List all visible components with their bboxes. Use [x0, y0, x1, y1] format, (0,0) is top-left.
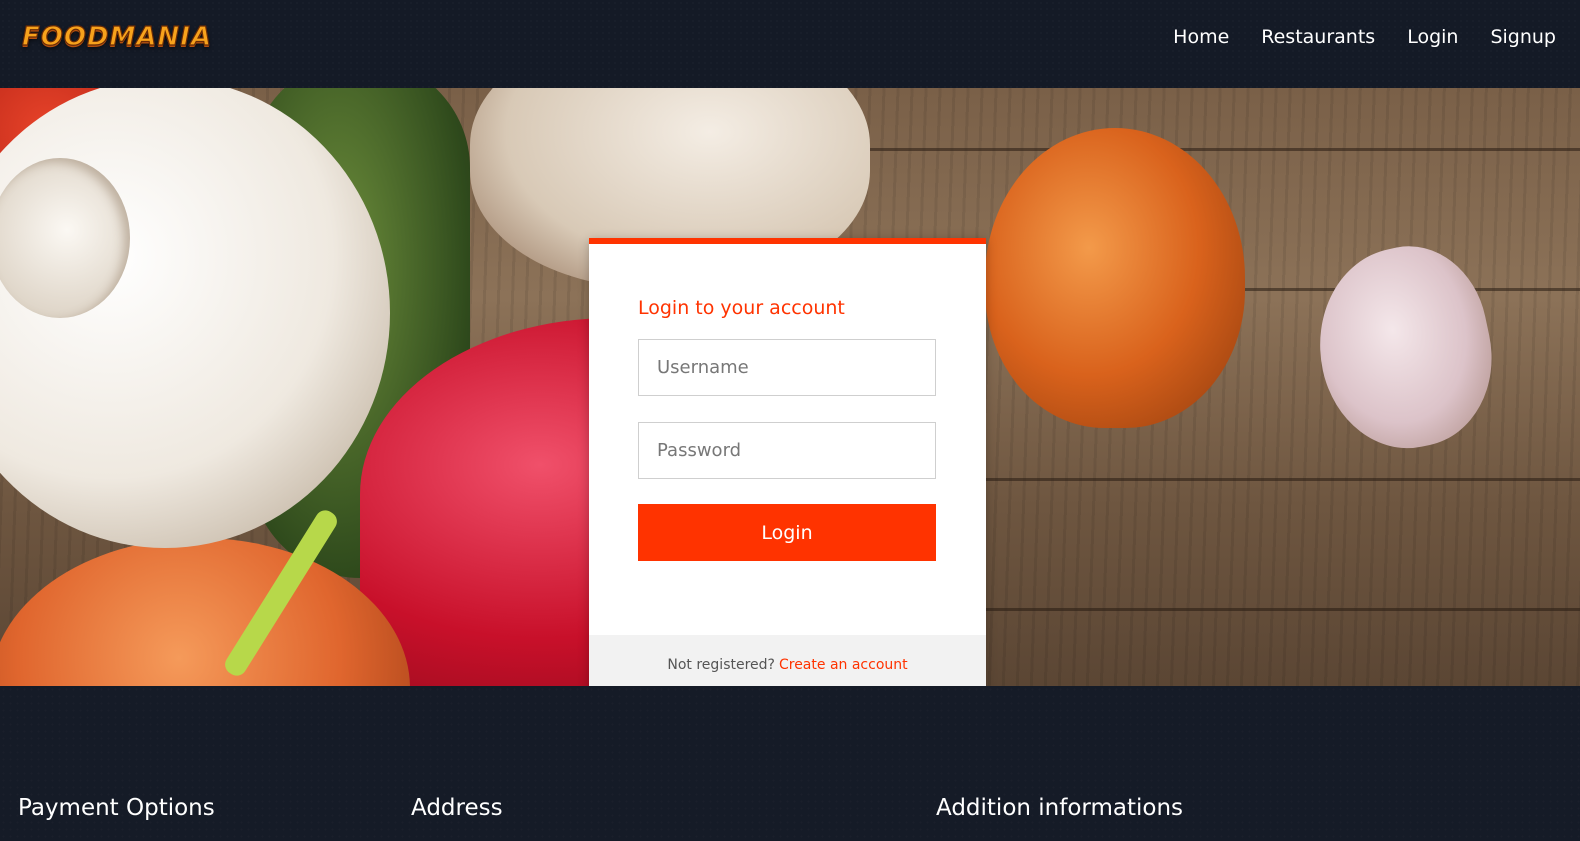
site-footer: Payment Options Address Addition informa… [0, 686, 1580, 841]
hero-vegetables-image: Login to your account Login Not register… [0, 88, 1580, 686]
login-title: Login to your account [638, 297, 845, 319]
payment-options-heading: Payment Options [18, 795, 215, 821]
additional-info-heading: Addition informations [936, 795, 1184, 821]
nav-signup-link[interactable]: Signup [1490, 26, 1556, 48]
site-header: FOODMANIA Home Restaurants Login Signup [0, 0, 1580, 88]
nav-login-link[interactable]: Login [1407, 26, 1458, 48]
garlic-clove-shape [1301, 232, 1509, 464]
create-account-link[interactable]: Create an account [779, 657, 908, 673]
nav-home-link[interactable]: Home [1173, 26, 1229, 48]
onion-shape [985, 128, 1245, 428]
password-input[interactable] [638, 422, 936, 479]
username-input[interactable] [638, 339, 936, 396]
login-card: Login to your account Login Not register… [589, 238, 986, 686]
plank-seam [860, 148, 1580, 151]
login-button[interactable]: Login [638, 504, 936, 561]
main-nav: Home Restaurants Login Signup [1173, 26, 1556, 48]
nav-restaurants-link[interactable]: Restaurants [1261, 26, 1375, 48]
not-registered-text: Not registered? [667, 656, 775, 673]
address-heading: Address [411, 795, 503, 821]
register-prompt: Not registered? Create an account [589, 635, 986, 686]
foodmania-logo[interactable]: FOODMANIA [21, 21, 212, 52]
